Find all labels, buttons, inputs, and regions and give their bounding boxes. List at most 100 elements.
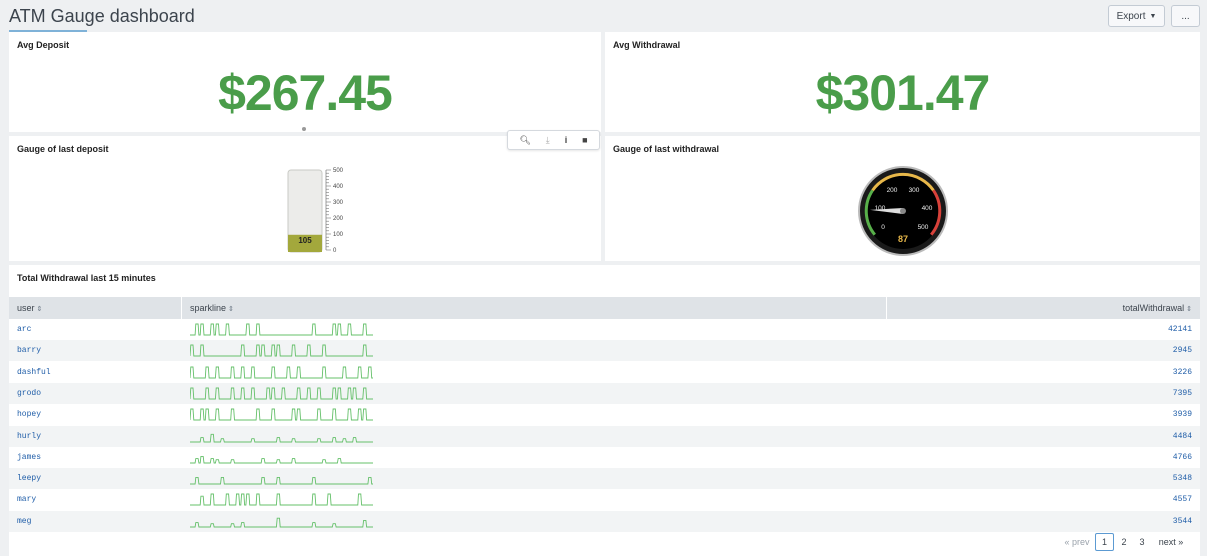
- page-2-button[interactable]: 2: [1117, 533, 1131, 551]
- user-cell[interactable]: hurly: [17, 432, 41, 441]
- total-withdrawal-cell[interactable]: 5348: [1173, 474, 1192, 483]
- filler-gauge: 105 500 400 300 200 100 0: [287, 168, 344, 254]
- tick-label: 400: [333, 184, 344, 190]
- sparkline-path: [190, 493, 373, 506]
- sparkline: [190, 344, 373, 357]
- page-3-button[interactable]: 3: [1135, 533, 1149, 551]
- total-withdrawal-cell[interactable]: 7395: [1173, 389, 1192, 398]
- total-withdrawal-cell[interactable]: 3544: [1173, 517, 1192, 526]
- avg-deposit-value: $267.45: [218, 65, 393, 121]
- user-cell[interactable]: barry: [17, 346, 41, 355]
- panel-avg-deposit: Avg Deposit $267.45: [9, 32, 601, 132]
- user-cell[interactable]: mary: [17, 495, 36, 504]
- panel-title: Gauge of last withdrawal: [613, 144, 720, 154]
- tick-label: 0: [881, 224, 885, 231]
- table-row: arc 42141: [9, 319, 1200, 340]
- column-divider: [886, 297, 887, 319]
- sparkline-path: [190, 455, 373, 464]
- dashboard-header: ATM Gauge dashboard Export ▼ ...: [0, 0, 1207, 32]
- prev-page-link[interactable]: « prev: [1063, 533, 1091, 551]
- page-1-button[interactable]: 1: [1095, 533, 1114, 551]
- sparkline: [190, 477, 373, 485]
- more-button[interactable]: ...: [1171, 5, 1200, 27]
- table-row: grodo 7395: [9, 382, 1200, 404]
- panel-title: Gauge of last deposit: [17, 144, 109, 154]
- gauge-value-label: 105: [298, 236, 312, 245]
- export-button[interactable]: Export ▼: [1108, 5, 1165, 27]
- panel-title: Avg Deposit: [17, 40, 70, 50]
- tick-label: 200: [887, 187, 898, 194]
- sparkline: [190, 493, 373, 506]
- total-withdrawal-cell[interactable]: 2945: [1173, 346, 1192, 355]
- user-cell[interactable]: arc: [17, 325, 31, 334]
- info-icon[interactable]: i: [565, 135, 568, 145]
- tick-label: 500: [918, 224, 929, 231]
- table-row: leepy 5348: [9, 468, 1200, 490]
- tick-label: 100: [333, 232, 344, 238]
- user-cell[interactable]: meg: [17, 517, 31, 526]
- panel-title: Avg Withdrawal: [613, 40, 681, 50]
- stop-icon[interactable]: ■: [582, 135, 587, 145]
- column-header-sparkline[interactable]: sparkline ⇕: [182, 297, 242, 319]
- resize-handle[interactable]: [302, 127, 306, 131]
- sparkline: [190, 455, 373, 464]
- panel-avg-withdrawal: Avg Withdrawal $301.47: [605, 32, 1200, 132]
- total-withdrawal-cell[interactable]: 4766: [1173, 453, 1192, 462]
- tick-label: 0: [333, 248, 337, 254]
- total-withdrawal-cell[interactable]: 4557: [1173, 495, 1192, 504]
- export-label: Export: [1116, 10, 1146, 22]
- caret-down-icon: ▼: [1149, 12, 1157, 20]
- gauge-ticks: [326, 169, 331, 251]
- download-icon[interactable]: ⤓: [546, 135, 550, 146]
- sparkline-path: [190, 477, 373, 485]
- sparkline: [190, 433, 373, 442]
- search-icon[interactable]: 🔍︎: [519, 135, 530, 146]
- gauge-tick-labels: 500 400 300 200 100 0: [333, 168, 344, 254]
- sparkline-path: [190, 408, 373, 421]
- table-header: user ⇕ sparkline ⇕ totalWithdrawal ⇕: [9, 297, 1200, 319]
- pagination: « prev 1 2 3 next »: [0, 533, 1207, 551]
- total-withdrawal-cell[interactable]: 4484: [1173, 432, 1192, 441]
- table-row: meg 3544: [9, 510, 1200, 532]
- sparkline-path: [190, 517, 373, 528]
- table-row: hopey 3939: [9, 404, 1200, 425]
- gauge-hub: [900, 208, 906, 214]
- table-row: dashful 3226: [9, 362, 1200, 383]
- user-cell[interactable]: grodo: [17, 389, 41, 398]
- column-header-total[interactable]: totalWithdrawal ⇕: [1115, 297, 1200, 319]
- dashboard-title: ATM Gauge dashboard: [9, 6, 195, 26]
- total-withdrawal-cell[interactable]: 3939: [1173, 410, 1192, 419]
- column-label: sparkline: [190, 303, 227, 313]
- gauge-value-label: 87: [898, 234, 908, 244]
- panel-gauge-withdrawal: Gauge of last withdrawal 0 100 200 300 4…: [605, 136, 1200, 261]
- panel-title: Total Withdrawal last 15 minutes: [17, 273, 156, 283]
- next-page-link[interactable]: next »: [1155, 533, 1187, 551]
- panel-gauge-deposit: Gauge of last deposit 105 500 400 300 20…: [9, 136, 601, 261]
- table-row: james 4766: [9, 447, 1200, 468]
- sort-icon: ⇕: [1186, 306, 1192, 313]
- sort-icon: ⇕: [36, 306, 43, 313]
- user-cell[interactable]: james: [17, 453, 41, 462]
- sparkline-path: [190, 344, 373, 357]
- sort-icon: ⇕: [228, 306, 234, 313]
- radial-gauge: 0 100 200 300 400 500 87: [858, 166, 948, 256]
- total-withdrawal-cell[interactable]: 42141: [1168, 325, 1192, 334]
- sparkline-path: [190, 323, 373, 336]
- user-cell[interactable]: dashful: [17, 368, 51, 377]
- tick-label: 300: [333, 200, 344, 206]
- tick-label: 300: [909, 187, 920, 194]
- avg-withdrawal-value: $301.47: [815, 65, 991, 121]
- column-header-user[interactable]: user ⇕: [9, 297, 50, 319]
- sparkline: [190, 408, 373, 421]
- user-cell[interactable]: hopey: [17, 410, 41, 419]
- user-cell[interactable]: leepy: [17, 474, 41, 483]
- tick-label: 500: [333, 168, 344, 174]
- column-label: totalWithdrawal: [1122, 303, 1185, 313]
- sparkline: [190, 387, 373, 400]
- total-withdrawal-cell[interactable]: 3226: [1173, 368, 1192, 377]
- table-row: mary 4557: [9, 489, 1200, 510]
- tick-label: 400: [922, 205, 933, 212]
- column-label: user: [17, 303, 35, 313]
- sparkline: [190, 323, 373, 336]
- panel-toolbar: 🔍︎ ⤓ i ■: [507, 130, 600, 150]
